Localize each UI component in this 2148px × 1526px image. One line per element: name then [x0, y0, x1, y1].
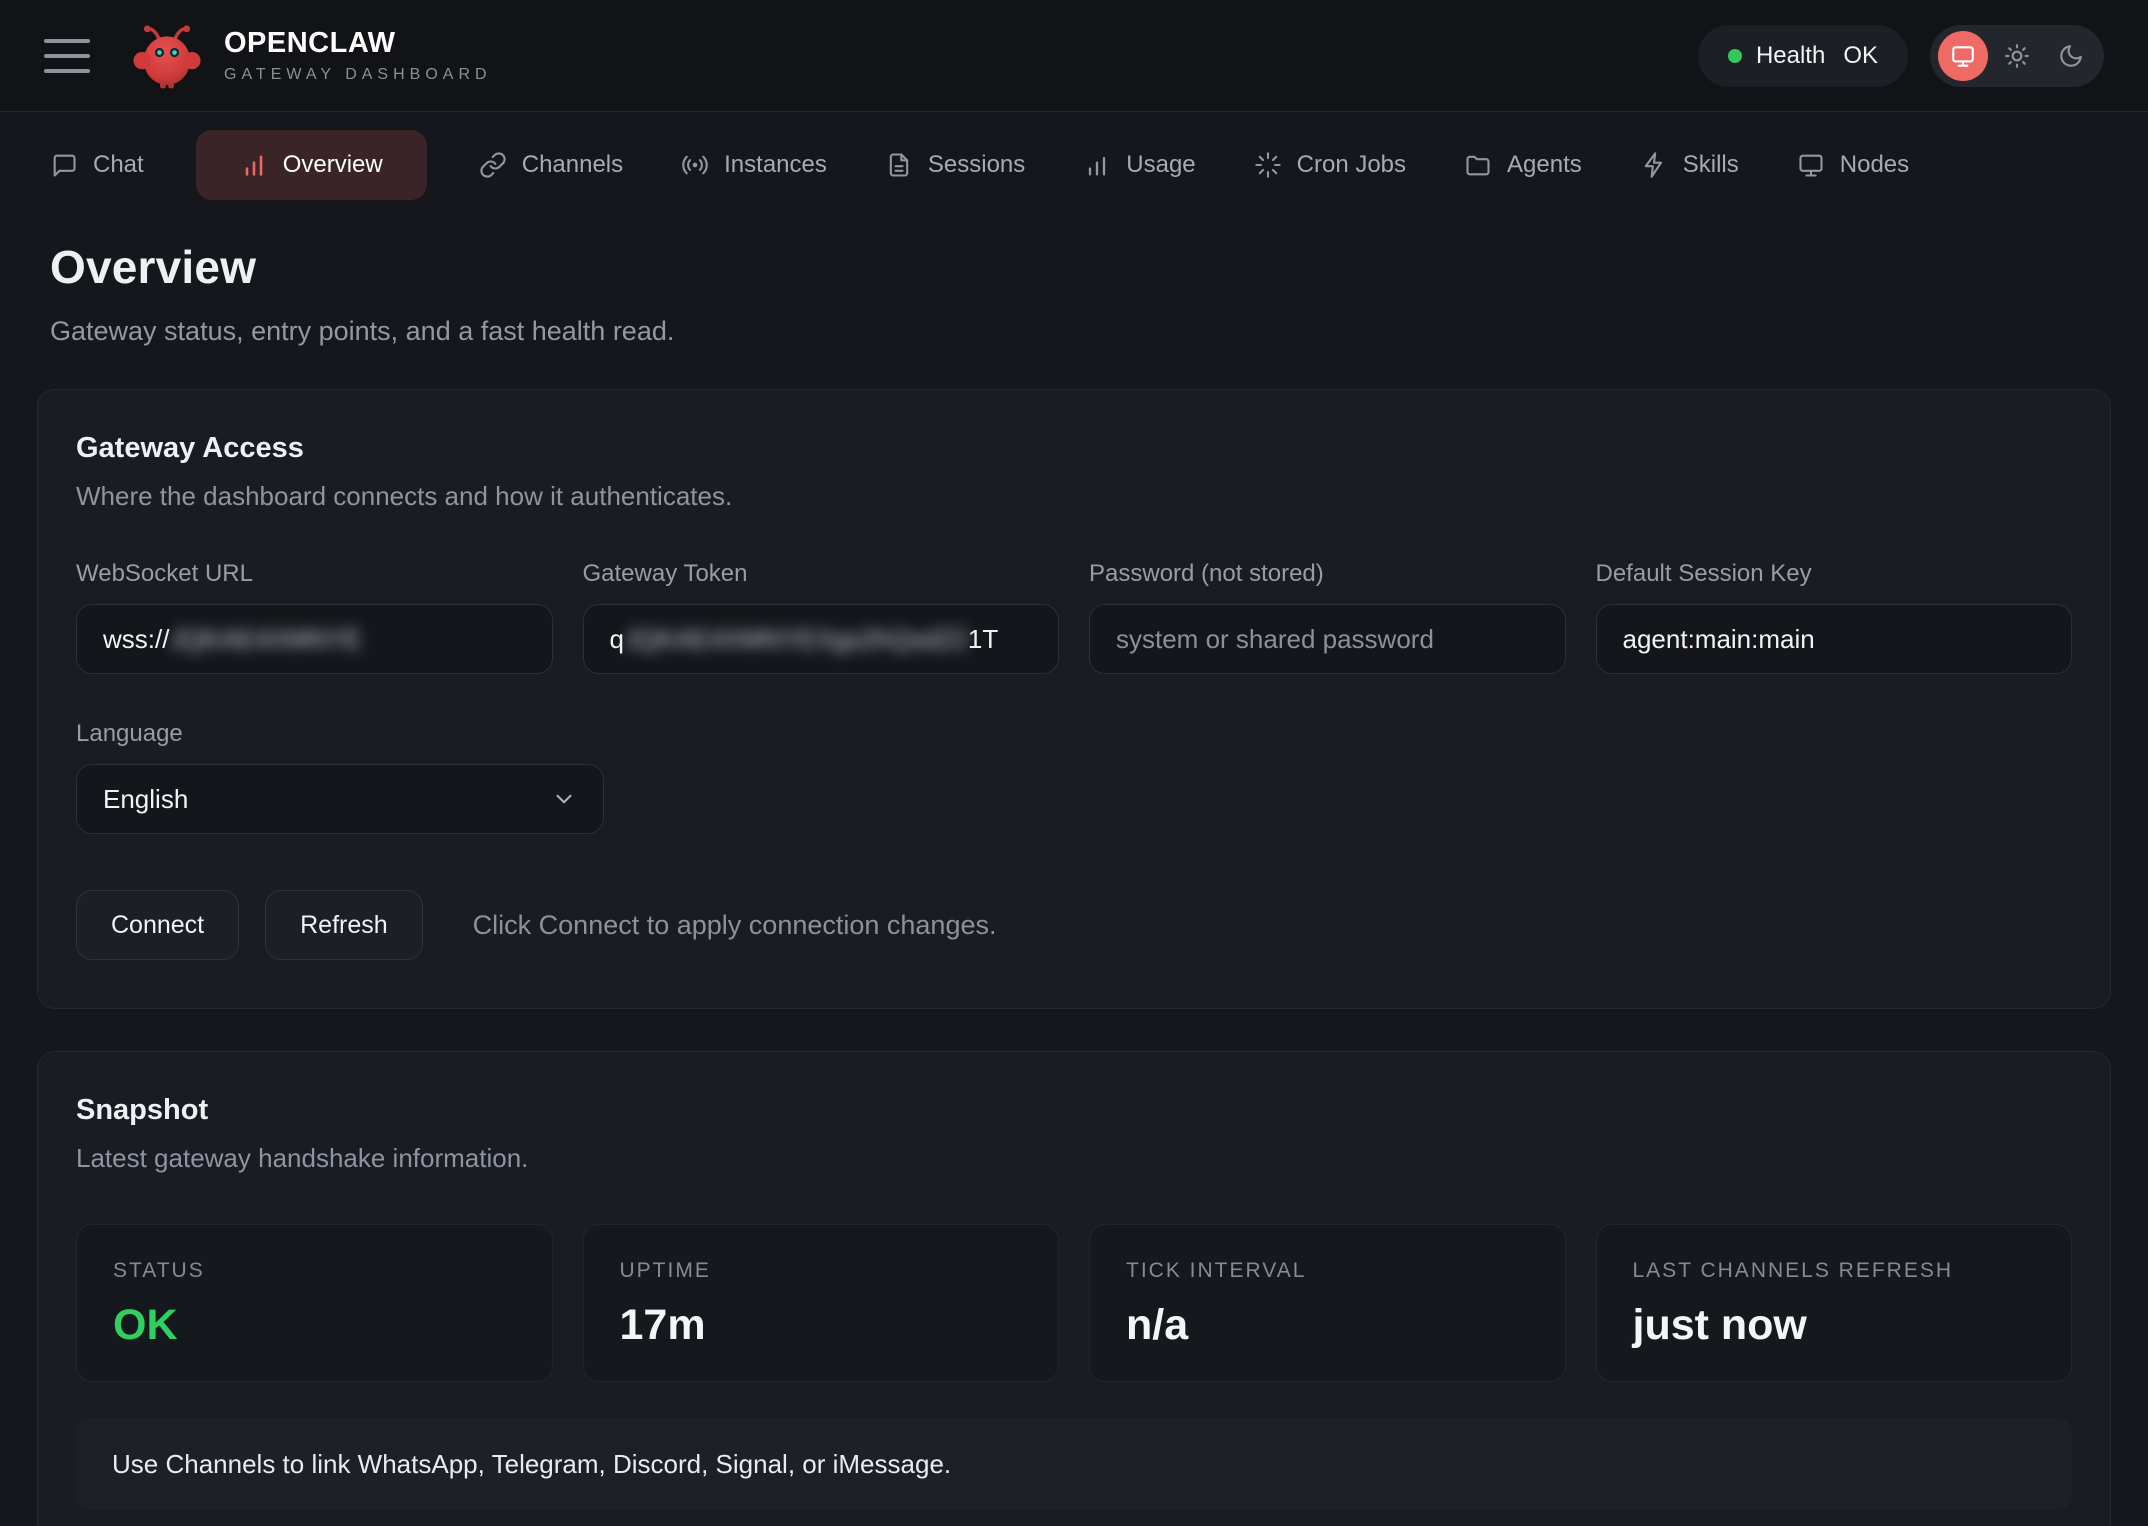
language-label: Language — [76, 720, 2072, 748]
nav-item-usage[interactable]: Usage — [1077, 130, 1201, 200]
nav-item-skills[interactable]: Skills — [1634, 130, 1745, 200]
gateway-access-title: Gateway Access — [76, 432, 2072, 465]
language-select[interactable]: English — [76, 764, 604, 834]
stat-status: STATUS OK — [76, 1224, 553, 1382]
redacted-websocket-value: JQKAE4XMNYE — [169, 624, 361, 655]
theme-light-button[interactable] — [1992, 31, 2042, 81]
page-subtitle: Gateway status, entry points, and a fast… — [50, 316, 2098, 347]
page-title: Overview — [50, 240, 2098, 294]
gateway-access-subtitle: Where the dashboard connects and how it … — [76, 481, 2072, 512]
radio-icon — [681, 151, 709, 179]
channels-note: Use Channels to link WhatsApp, Telegram,… — [76, 1418, 2072, 1510]
gateway-access-card: Gateway Access Where the dashboard conne… — [37, 389, 2111, 1009]
session-key-label: Default Session Key — [1596, 560, 2073, 588]
stat-status-label: STATUS — [113, 1259, 516, 1283]
nav-item-instances[interactable]: Instances — [675, 130, 833, 200]
menu-icon[interactable] — [44, 39, 90, 73]
nav-item-cron-jobs[interactable]: Cron Jobs — [1248, 130, 1412, 200]
bar-chart-icon — [1083, 151, 1111, 179]
stat-tick-interval: TICK INTERVAL n/a — [1089, 1224, 1566, 1382]
theme-system-button[interactable] — [1938, 31, 1988, 81]
chevron-down-icon — [551, 786, 577, 812]
websocket-url-field-group: WebSocket URL wss:// JQKAE4XMNYE — [76, 560, 553, 674]
link-icon — [479, 151, 507, 179]
stat-uptime-value: 17m — [620, 1301, 1023, 1350]
stat-tick-interval-label: TICK INTERVAL — [1126, 1259, 1529, 1283]
password-input[interactable] — [1089, 604, 1566, 674]
nav-item-sessions[interactable]: Sessions — [879, 130, 1031, 200]
stat-uptime-label: UPTIME — [620, 1259, 1023, 1283]
health-label: Health — [1756, 42, 1825, 70]
stat-last-channels-refresh-label: LAST CHANNELS REFRESH — [1633, 1259, 2036, 1283]
redacted-token-value: JQKAE4XMNYEXgs2hQsdZ2 — [624, 624, 968, 655]
password-field-group: Password (not stored) — [1089, 560, 1566, 674]
session-key-input[interactable]: agent:main:main — [1596, 604, 2073, 674]
sun-icon — [2004, 43, 2030, 69]
theme-dark-button[interactable] — [2046, 31, 2096, 81]
monitor-icon — [1950, 43, 1976, 69]
password-label: Password (not stored) — [1089, 560, 1566, 588]
nav-item-overview[interactable]: Overview — [196, 130, 427, 200]
loader-icon — [1254, 151, 1282, 179]
health-status: OK — [1843, 42, 1878, 70]
monitor-icon — [1797, 151, 1825, 179]
gateway-token-input[interactable]: q JQKAE4XMNYEXgs2hQsdZ2 1T — [583, 604, 1060, 674]
nav-item-nodes[interactable]: Nodes — [1791, 130, 1915, 200]
websocket-url-label: WebSocket URL — [76, 560, 553, 588]
openclaw-logo-icon — [130, 19, 204, 93]
snapshot-title: Snapshot — [76, 1094, 2072, 1127]
theme-toggle — [1930, 25, 2104, 87]
moon-icon — [2058, 43, 2084, 69]
nav-item-channels[interactable]: Channels — [473, 130, 629, 200]
snapshot-subtitle: Latest gateway handshake information. — [76, 1143, 2072, 1174]
gateway-token-label: Gateway Token — [583, 560, 1060, 588]
session-key-field-group: Default Session Key agent:main:main — [1596, 560, 2073, 674]
stat-last-channels-refresh-value: just now — [1633, 1301, 2036, 1350]
health-dot-icon — [1728, 49, 1742, 63]
chat-bubble-icon — [50, 151, 78, 179]
stat-status-value: OK — [113, 1301, 516, 1350]
folder-icon — [1464, 151, 1492, 179]
stat-tick-interval-value: n/a — [1126, 1301, 1529, 1350]
zap-icon — [1640, 151, 1668, 179]
brand-title: OPENCLAW — [224, 27, 492, 60]
gateway-token-field-group: Gateway Token q JQKAE4XMNYEXgs2hQsdZ2 1T — [583, 560, 1060, 674]
nav-item-agents[interactable]: Agents — [1458, 130, 1588, 200]
health-badge: Health OK — [1698, 25, 1908, 87]
refresh-button[interactable]: Refresh — [265, 890, 423, 960]
brand-block: OPENCLAW GATEWAY DASHBOARD — [224, 27, 492, 84]
nav-item-chat[interactable]: Chat — [44, 130, 150, 200]
header: OPENCLAW GATEWAY DASHBOARD Health OK — [0, 0, 2148, 112]
stat-uptime: UPTIME 17m — [583, 1224, 1060, 1382]
brand-subtitle: GATEWAY DASHBOARD — [224, 66, 492, 84]
connect-button[interactable]: Connect — [76, 890, 239, 960]
bar-chart-icon — [240, 151, 268, 179]
stat-last-channels-refresh: LAST CHANNELS REFRESH just now — [1596, 1224, 2073, 1382]
file-text-icon — [885, 151, 913, 179]
websocket-url-input[interactable]: wss:// JQKAE4XMNYE — [76, 604, 553, 674]
main-nav: Chat Overview Channels Instances Session… — [0, 112, 2148, 214]
snapshot-card: Snapshot Latest gateway handshake inform… — [37, 1051, 2111, 1526]
connect-hint: Click Connect to apply connection change… — [473, 910, 997, 941]
